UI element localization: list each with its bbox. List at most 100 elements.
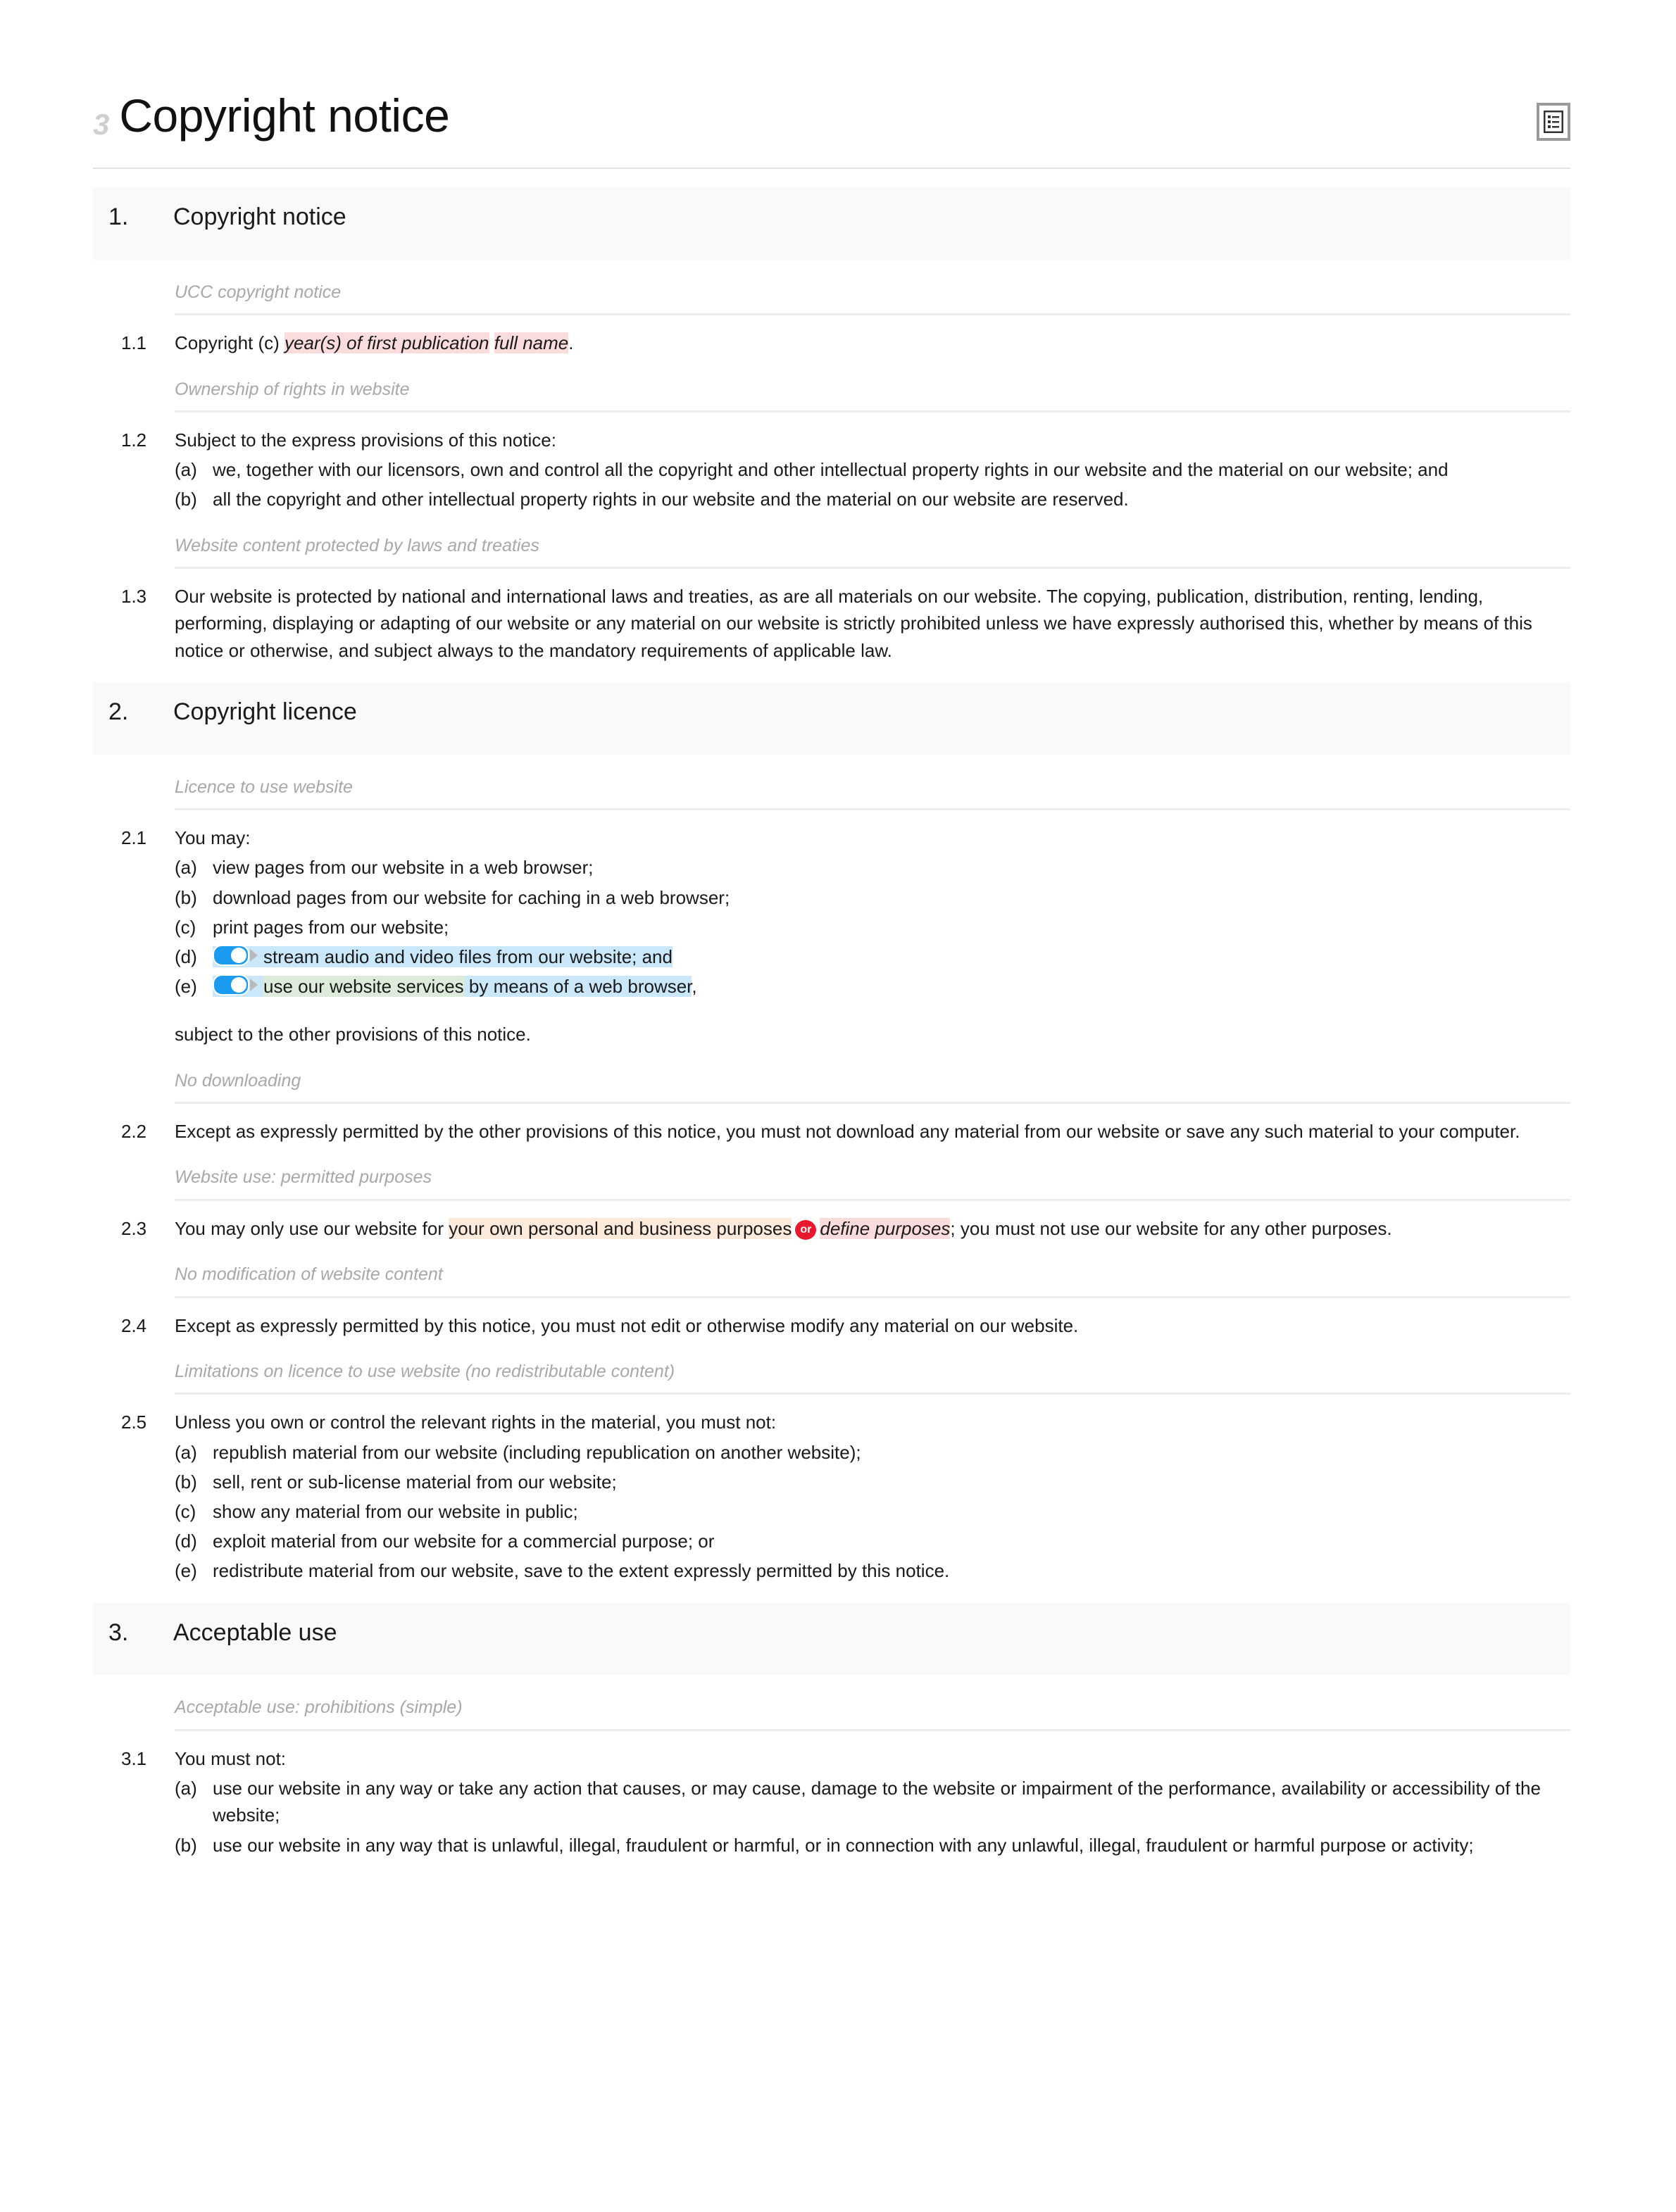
clause-text: . [568,332,574,354]
list-item-label: (e) [175,1560,197,1582]
clause-number: 2.4 [121,1314,147,1336]
guidance-divider [175,410,1570,413]
list-item: (a) republish material from our website (… [175,1439,1570,1466]
clause-number: 3.1 [121,1747,147,1769]
guidance-divider [175,1728,1570,1731]
toggle-switch[interactable] [213,945,261,966]
section-heading-2: 2. Copyright licence [93,681,1570,755]
clause-content: You may: (a) view pages from our website i… [175,824,1570,1048]
document-mark: 3 [93,108,110,141]
clause-text [489,332,494,353]
list-item-label: (b) [175,886,197,908]
clause-number: 1.3 [121,586,147,608]
clause-1-2: 1.2 Subject to the express provisions of … [93,427,1570,513]
list-item-label: (b) [175,1834,197,1856]
clause-number: 2.2 [121,1121,147,1143]
list-item-label: (b) [175,1471,197,1493]
highlight-pink: define purposes [820,1217,951,1239]
guidance-label: No downloading [175,1070,301,1091]
list-item: (a) view pages from our website in a web … [175,854,1570,881]
list-item-text: republish material from our website (inc… [213,1441,861,1463]
clause-2-3: 2.3 You may only use our website for your… [93,1215,1570,1242]
section-number: 1. [108,203,129,230]
page-title: Copyright notice [119,89,450,142]
clause-sublist: (a) republish material from our website (… [175,1439,1570,1585]
guidance-divider [175,1198,1570,1201]
clause-1-1: 1.1 Copyright (c) year(s) of first public… [93,329,1570,356]
clause-2-5: 2.5 Unless you own or control the relevan… [93,1409,1570,1584]
guidance-label: Website content protected by laws and tr… [175,535,539,555]
guidance-block: Website use: permitted purposes [93,1166,1570,1201]
list-item-label: (e) [175,976,197,998]
toggle-switch[interactable] [213,974,261,996]
guidance-divider [175,1393,1570,1395]
section-title: Acceptable use [173,1619,337,1646]
clause-text: ; you must not use our website for any o… [950,1217,1392,1239]
list-item-text-after: by means of a web browser [463,976,692,998]
clause-content: You must not: (a) use our website in any w… [175,1745,1570,1859]
guidance-block: Licence to use website [93,776,1570,811]
document-body: 1. Copyright notice UCC copyright notice 1.… [0,187,1676,1859]
list-item: (a) use our website in any way or take an… [175,1775,1570,1828]
guidance-label: No modification of website content [175,1264,443,1285]
clause-content: Unless you own or control the relevant r… [175,1409,1570,1584]
list-item: (d) exploit material from our website for… [175,1528,1570,1554]
list-item-label: (c) [175,1500,196,1522]
list-item-text: use our website in any way or take any a… [213,1778,1541,1826]
toggle-pointer-icon [250,949,258,962]
clause-lead-text: You must not: [175,1747,287,1769]
section-heading-1: 1. Copyright notice [93,187,1570,260]
guidance-divider [175,1102,1570,1105]
list-item: (e) use our website services by means of … [175,973,1570,1000]
list-item-text-inner: stream audio and video files from our we… [263,946,673,967]
clause-sublist: (a) view pages from our website in a web … [175,854,1570,1000]
highlight-blue: use our website services by means of a w… [213,974,692,998]
clause-lead-text: You may: [175,827,251,849]
clause-content: Subject to the express provisions of thi… [175,427,1570,513]
list-item: (c) print pages from our website; [175,914,1570,941]
guidance-block: No downloading [93,1069,1570,1105]
section-heading-3: 3. Acceptable use [93,1602,1570,1676]
toggle-track[interactable] [213,945,249,966]
toggle-track[interactable] [213,974,249,996]
list-item-label: (a) [175,1778,197,1799]
section-number: 2. [108,698,129,725]
guidance-divider [175,567,1570,570]
or-badge[interactable]: or [795,1219,817,1240]
list-item-text: use our website in any way that is unlaw… [213,1834,1474,1856]
clause-2-2: 2.2 Except as expressly permitted by the … [93,1118,1570,1145]
highlight-pink: full name [494,332,569,354]
clause-lead-text: Subject to the express provisions of thi… [175,429,556,451]
list-item-label: (d) [175,1531,197,1552]
list-item-label: (b) [175,489,197,510]
clause-text: Copyright (c) [175,332,285,354]
list-item: (b) sell, rent or sub-license material fr… [175,1469,1570,1495]
guidance-block: No modification of website content [93,1263,1570,1298]
highlight-pink: year(s) of first publication [284,332,489,354]
list-item-text: stream audio and video files from our we… [213,943,1570,970]
list-item-label: (c) [175,916,196,938]
list-item: (b) use our website in any way that is un… [175,1832,1570,1859]
clause-sublist: (a) we, together with our licensors, own … [175,456,1570,513]
guidance-label: Limitations on licence to use website (n… [175,1361,675,1381]
clause-text: You may only use our website for [175,1217,449,1239]
toggle-pointer-icon [250,979,258,992]
list-item-label: (a) [175,1441,197,1463]
section-title: Copyright notice [173,203,346,230]
list-item-label: (a) [175,459,197,481]
list-item-text: all the copyright and other intellectual… [213,489,1129,510]
list-item-text: view pages from our website in a web bro… [213,857,594,879]
clause-number: 2.3 [121,1217,147,1239]
clause-content: Except as expressly permitted by the oth… [175,1118,1570,1145]
clause-lead-text: Our website is protected by national and… [175,586,1532,661]
clause-2-4: 2.4 Except as expressly permitted by this… [93,1312,1570,1339]
list-item: (a) we, together with our licensors, own … [175,456,1570,483]
document-list-icon[interactable] [1537,103,1570,141]
highlight-green: use our website services [263,976,464,998]
clause-number: 2.5 [121,1412,147,1433]
clause-sublist: (a) use our website in any way or take an… [175,1775,1570,1859]
list-item-text: sell, rent or sub-license material from … [213,1471,617,1493]
list-item-text: print pages from our website; [213,916,449,938]
clause-3-1: 3.1 You must not: (a) use our website in an… [93,1745,1570,1859]
section-title: Copyright licence [173,698,357,725]
